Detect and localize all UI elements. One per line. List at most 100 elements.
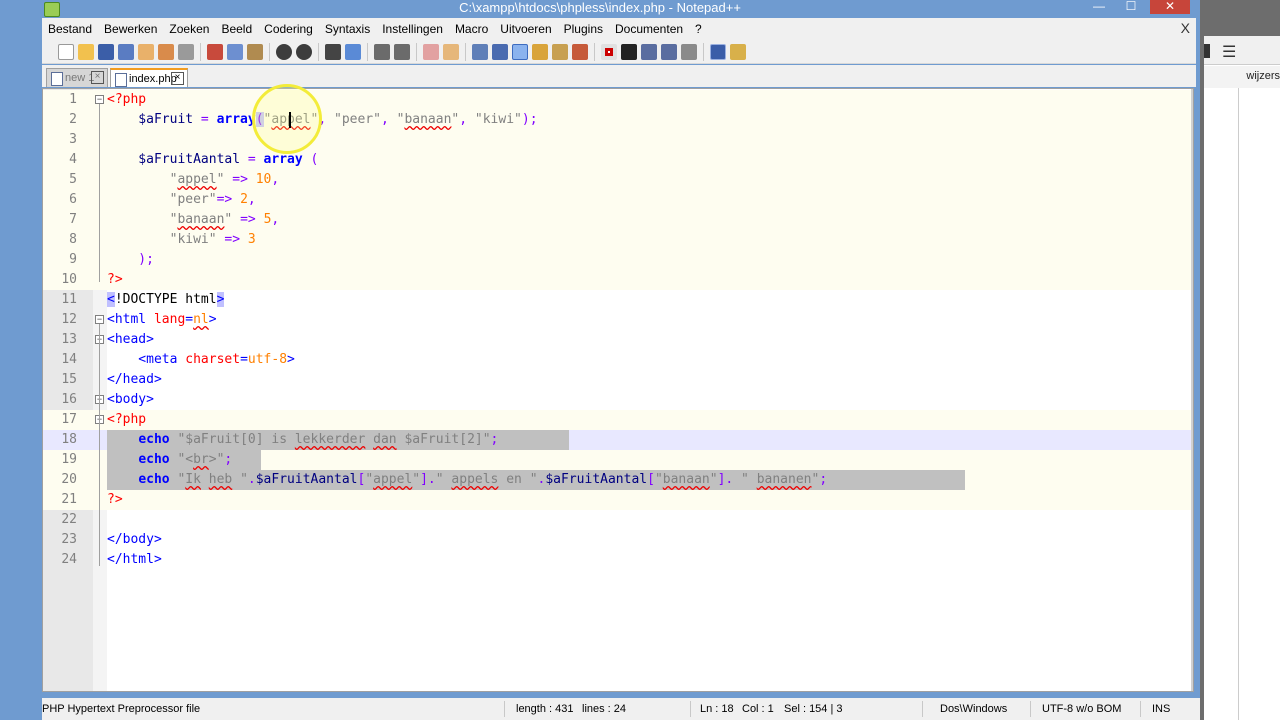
code-line: 7 "banaan" => 5, (43, 210, 1191, 230)
background-window-edge (1204, 44, 1210, 58)
status-lines: lines : 24 (582, 703, 627, 715)
zoom-out-icon[interactable] (394, 43, 410, 60)
menu-uitvoeren[interactable]: Uitvoeren (494, 18, 557, 40)
code-text: ); (107, 252, 154, 267)
tab-bar: new 1 × index.php × (42, 65, 1196, 87)
close-file-icon[interactable] (138, 43, 154, 60)
tab-index-php[interactable]: index.php × (110, 68, 188, 87)
maximize-icon[interactable]: ☐ (1118, 0, 1144, 14)
line-number: 2 (69, 112, 77, 127)
toolbar-separator (703, 42, 704, 61)
open-file-icon[interactable] (78, 43, 94, 60)
code-text: ?> (107, 272, 123, 287)
redo-icon[interactable] (296, 43, 312, 60)
menu-codering[interactable]: Codering (258, 18, 319, 40)
stop-macro-icon[interactable] (621, 43, 637, 60)
menu-syntaxis[interactable]: Syntaxis (319, 18, 376, 40)
menu-documenten[interactable]: Documenten (609, 18, 689, 40)
menu-plugins[interactable]: Plugins (558, 18, 609, 40)
code-line: 19 echo "<br>"; (43, 450, 1191, 470)
plugin-icon[interactable] (730, 43, 746, 60)
fold-guide (99, 104, 100, 282)
status-line: Ln : 18 (700, 703, 734, 715)
new-file-icon[interactable] (58, 43, 74, 60)
code-text: </html> (107, 552, 162, 567)
fold-toggle-icon[interactable]: − (95, 95, 104, 104)
background-window-toolbar (1204, 36, 1280, 65)
find-icon[interactable] (325, 43, 341, 60)
minimize-icon[interactable]: — (1086, 0, 1112, 14)
play-macro-icon[interactable] (641, 43, 657, 60)
code-line: 23 </body> (43, 530, 1191, 550)
background-window-divider (1238, 88, 1239, 720)
toolbar-separator (269, 42, 270, 61)
line-number: 10 (61, 272, 77, 287)
code-text: </body> (107, 532, 162, 547)
paste-icon[interactable] (247, 43, 263, 60)
text-caret (289, 112, 291, 128)
code-editor[interactable]: 1 − <?php 2 $aFruit = array("appel", "pe… (42, 88, 1194, 692)
status-separator (504, 701, 505, 717)
spellcheck-icon[interactable] (710, 43, 726, 60)
save-all-icon[interactable] (118, 43, 134, 60)
code-text: "banaan" => 5, (169, 212, 280, 227)
code-line: 24 </html> (43, 550, 1191, 570)
record-macro-icon[interactable] (601, 43, 617, 60)
toolbar-separator (465, 42, 466, 61)
code-text: <head> (107, 332, 154, 347)
replace-icon[interactable] (345, 43, 361, 60)
code-line: 20 echo "Ik heb ".$aFruitAantal["appel"]… (43, 470, 1191, 490)
doc-map-icon[interactable] (552, 43, 568, 60)
window-title: C:\xampp\htdocs\phpless\index.php - Note… (459, 0, 741, 15)
line-number: 12 (61, 312, 77, 327)
menu-help[interactable]: ? (689, 18, 708, 40)
menu-instellingen[interactable]: Instellingen (376, 18, 449, 40)
sync-horizontal-icon[interactable] (443, 43, 459, 60)
toolbar-separator (367, 42, 368, 61)
user-lang-icon[interactable] (532, 43, 548, 60)
close-all-icon[interactable] (158, 43, 174, 60)
menu-beeld[interactable]: Beeld (215, 18, 258, 40)
menu-macro[interactable]: Macro (449, 18, 494, 40)
indent-guide-icon[interactable] (512, 43, 528, 60)
file-icon (51, 72, 63, 86)
code-line: 5 "appel" => 10, (43, 170, 1191, 190)
status-separator (922, 701, 923, 717)
code-line: 22 (43, 510, 1191, 530)
vertical-scrollbar[interactable] (1191, 89, 1193, 691)
hamburger-menu-icon[interactable]: ☰ (1222, 42, 1236, 62)
line-number: 16 (61, 392, 77, 407)
tab-new-1[interactable]: new 1 × (46, 68, 108, 87)
run-macro-multiple-icon[interactable] (661, 43, 677, 60)
save-icon[interactable] (98, 43, 114, 60)
code-line-current: 18 echo "$aFruit[0] is lekkerder dan $aF… (43, 430, 1191, 450)
print-icon[interactable] (178, 43, 194, 60)
code-line: 10 ?> (43, 270, 1191, 290)
copy-icon[interactable] (227, 43, 243, 60)
close-tab-icon[interactable]: × (91, 71, 104, 84)
line-number: 3 (69, 132, 77, 147)
show-all-chars-icon[interactable] (492, 43, 508, 60)
close-window-icon[interactable]: ✕ (1150, 0, 1190, 14)
menu-zoeken[interactable]: Zoeken (163, 18, 215, 40)
status-selection: Sel : 154 | 3 (784, 703, 843, 715)
close-document-button[interactable]: X (1181, 20, 1190, 36)
save-macro-icon[interactable] (681, 43, 697, 60)
cut-icon[interactable] (207, 43, 223, 60)
menu-bewerken[interactable]: Bewerken (98, 18, 163, 40)
sync-vertical-icon[interactable] (423, 43, 439, 60)
word-wrap-icon[interactable] (472, 43, 488, 60)
mouse-cursor-highlight (252, 84, 322, 154)
fold-toggle-icon[interactable]: − (95, 315, 104, 324)
menu-bestand[interactable]: Bestand (42, 18, 98, 40)
menu-bar: Bestand Bewerken Zoeken Beeld Codering S… (42, 18, 1196, 40)
code-text: "appel" => 10, (169, 172, 280, 187)
function-list-icon[interactable] (572, 43, 588, 60)
zoom-in-icon[interactable] (374, 43, 390, 60)
close-tab-icon[interactable]: × (171, 72, 184, 85)
undo-icon[interactable] (276, 43, 292, 60)
code-text: "kiwi" => 3 (169, 232, 256, 247)
code-line: 14 <meta charset=utf-8> (43, 350, 1191, 370)
code-line: 17 − <?php (43, 410, 1191, 430)
status-column: Col : 1 (742, 703, 774, 715)
